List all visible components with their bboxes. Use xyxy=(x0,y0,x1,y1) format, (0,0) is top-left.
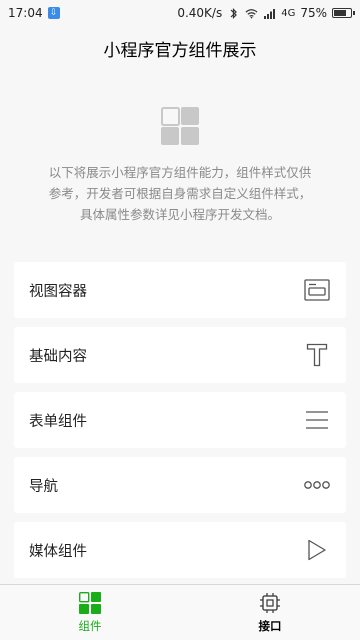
chip-icon xyxy=(260,592,280,613)
intro-line: 参考，开发者可根据自身需求自定义组件样式， xyxy=(48,186,312,201)
menu-item-basic-content[interactable]: 基础内容 xyxy=(14,327,346,383)
battery-icon xyxy=(332,8,355,18)
menu-item-label: 基础内容 xyxy=(29,348,87,365)
menu-item-media-components[interactable]: 媒体组件 xyxy=(14,522,346,578)
text-t-icon xyxy=(304,342,330,368)
page-title: 小程序官方组件展示 xyxy=(103,40,257,61)
tab-label: 接口 xyxy=(258,618,282,633)
signal-icon xyxy=(264,8,276,19)
tab-bar: 组件 接口 xyxy=(0,584,360,640)
network-type: 4G xyxy=(281,7,296,19)
tab-api[interactable]: 接口 xyxy=(180,585,360,640)
battery-percent: 75% xyxy=(300,6,327,20)
navigation-bar: 小程序官方组件展示 xyxy=(0,26,360,70)
menu-item-label: 媒体组件 xyxy=(29,543,87,560)
menu-item-label: 视图容器 xyxy=(29,283,87,300)
battery-level xyxy=(334,10,346,16)
intro-line: 具体属性参数详见小程序开发文档。 xyxy=(79,207,280,222)
menu-item-view-container[interactable]: 视图容器 xyxy=(14,262,346,318)
tab-components[interactable]: 组件 xyxy=(0,585,180,640)
status-bar: 17:04 ⇩ 0.40K/s 4G 75% xyxy=(0,0,360,26)
menu-item-label: 导航 xyxy=(29,478,58,495)
menu-item-form-components[interactable]: 表单组件 xyxy=(14,392,346,448)
view-container-icon xyxy=(304,277,330,303)
bluetooth-icon xyxy=(230,7,238,19)
wifi-icon xyxy=(245,8,258,19)
component-grid-icon xyxy=(79,591,101,614)
menu-item-label: 表单组件 xyxy=(29,413,87,430)
menu-item-navigation[interactable]: 导航 xyxy=(14,457,346,513)
network-speed: 0.40K/s xyxy=(177,6,223,20)
intro-description: 以下将展示小程序官方组件能力，组件样式仅供 参考，开发者可根据自身需求自定义组件… xyxy=(30,162,330,225)
components-logo-icon xyxy=(161,107,199,145)
clock: 17:04 xyxy=(8,6,43,20)
more-dots-icon xyxy=(304,472,330,498)
notification-badge-icon: ⇩ xyxy=(47,7,60,19)
component-category-list: 视图容器 基础内容 表单组件 导航 媒体组件 xyxy=(14,262,346,587)
play-icon xyxy=(304,537,330,563)
tab-label: 组件 xyxy=(78,618,102,633)
intro-line: 以下将展示小程序官方组件能力，组件样式仅供 xyxy=(48,165,312,180)
form-lines-icon xyxy=(304,407,330,433)
